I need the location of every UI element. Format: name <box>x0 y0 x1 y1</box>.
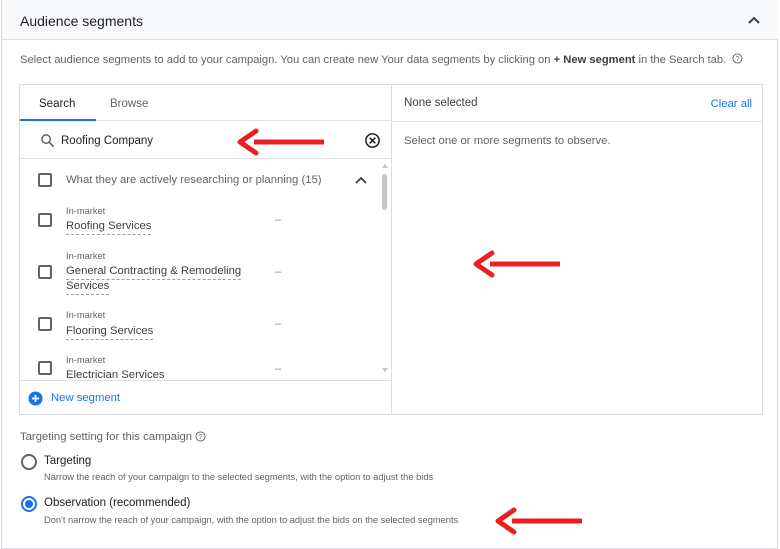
section-header[interactable]: Audience segments <box>2 0 778 40</box>
tab-browse[interactable]: Browse <box>110 98 148 110</box>
selected-pane: None selected Clear all Select one or mo… <box>392 85 762 414</box>
search-pane: Search Browse What they are actively res… <box>20 85 392 414</box>
segment-value: – <box>275 266 282 278</box>
tab-search[interactable]: Search <box>39 98 75 110</box>
active-tab-indicator <box>20 119 96 121</box>
search-bar <box>20 122 391 159</box>
segment-name[interactable]: Flooring Services <box>66 324 154 340</box>
segment-name[interactable]: Roofing Services <box>66 219 152 235</box>
annotation-arrow-icon <box>237 128 324 156</box>
segment-category: In-market <box>66 206 106 216</box>
segment-checkbox[interactable] <box>38 361 52 375</box>
group-checkbox[interactable] <box>38 173 52 187</box>
segment-picker: Search Browse What they are actively res… <box>19 84 763 415</box>
tab-bar: Search Browse <box>20 85 391 121</box>
segment-checkbox[interactable] <box>38 213 52 227</box>
segment-name[interactable]: General Contracting & Remodeling <box>66 264 242 280</box>
segment-checkbox[interactable] <box>38 265 52 279</box>
targeting-radio[interactable] <box>21 454 37 470</box>
intro-prefix: Select audience segments to add to your … <box>20 54 554 66</box>
observation-option-label[interactable]: Observation (recommended) <box>44 497 190 509</box>
intro-text: Select audience segments to add to your … <box>20 53 743 66</box>
clear-all-button[interactable]: Clear all <box>711 98 752 110</box>
segment-value: – <box>275 214 282 226</box>
chevron-up-icon[interactable] <box>354 173 368 187</box>
observation-radio[interactable] <box>21 496 37 512</box>
section-title: Audience segments <box>20 13 143 29</box>
selected-count-label: None selected <box>404 97 478 109</box>
selected-pane-header: None selected Clear all <box>392 85 762 122</box>
segment-category: In-market <box>66 310 106 320</box>
search-icon <box>41 134 55 148</box>
targeting-option-label[interactable]: Targeting <box>44 455 91 467</box>
annotation-arrow-icon <box>495 507 582 535</box>
segment-category: In-market <box>66 251 106 261</box>
segment-value: – <box>275 318 282 330</box>
scrollbar-thumb[interactable] <box>382 174 387 210</box>
chevron-up-icon[interactable] <box>746 12 762 28</box>
help-icon[interactable]: ? <box>732 53 743 64</box>
scroll-up-arrow-icon[interactable] <box>382 164 388 168</box>
segment-category: In-market <box>66 355 106 365</box>
new-segment-row: New segment <box>20 380 391 414</box>
svg-text:?: ? <box>736 56 740 63</box>
empty-selection-hint: Select one or more segments to observe. <box>404 135 611 147</box>
targeting-option-description: Narrow the reach of your campaign to the… <box>44 472 434 482</box>
new-segment-button[interactable]: New segment <box>28 389 120 407</box>
segment-value: – <box>275 363 282 375</box>
targeting-setting-title: Targeting setting for this campaign <box>20 431 193 443</box>
add-circle-icon <box>28 390 43 406</box>
clear-search-icon[interactable] <box>364 132 381 149</box>
annotation-arrow-icon <box>473 250 560 278</box>
segment-checkbox[interactable] <box>38 317 52 331</box>
help-icon[interactable]: ? <box>195 431 206 442</box>
intro-new-segment-ref: + New segment <box>553 54 636 66</box>
list-scrollbar[interactable] <box>381 162 388 376</box>
observation-option-description: Don't narrow the reach of your campaign,… <box>44 515 459 525</box>
group-label: What they are actively researching or pl… <box>66 174 322 186</box>
new-segment-label: New segment <box>51 392 121 404</box>
intro-suffix: in the Search tab. <box>635 54 727 66</box>
svg-text:?: ? <box>199 434 203 441</box>
scroll-down-arrow-icon[interactable] <box>382 368 388 372</box>
segment-name-continued[interactable]: Services <box>66 279 110 295</box>
